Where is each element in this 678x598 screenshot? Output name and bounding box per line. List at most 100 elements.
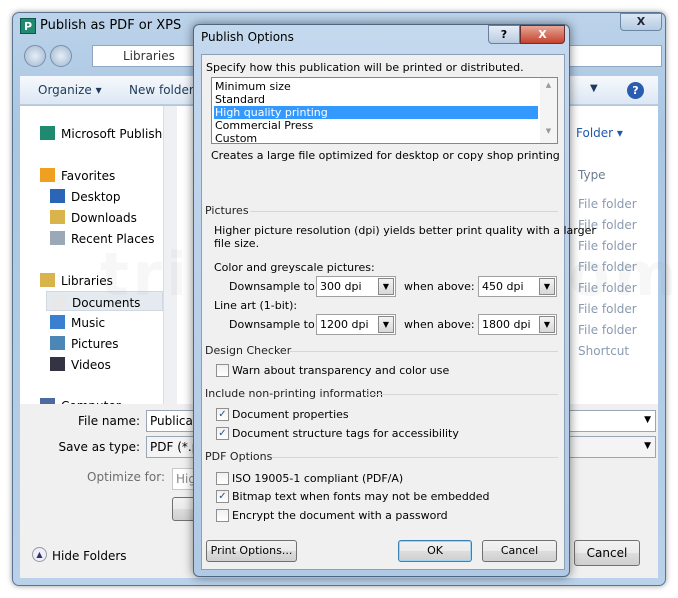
props-checkbox[interactable]: ✓ [216, 408, 229, 421]
help-icon[interactable]: ? [627, 82, 644, 99]
preset-option[interactable]: Standard [214, 93, 538, 106]
dialog-title: Publish Options [201, 30, 294, 44]
line-when-above-select[interactable]: 1800 dpi ▼ [478, 314, 557, 335]
outer-cancel-button[interactable]: Cancel [574, 540, 640, 566]
publish-preset-listbox[interactable]: Minimum size Standard High quality printin… [211, 77, 558, 145]
color-downsample-select[interactable]: 300 dpi ▼ [316, 276, 396, 297]
music-icon [50, 315, 65, 329]
nav-item-label: Desktop [71, 190, 121, 204]
new-folder-button[interactable]: New folder [129, 83, 194, 97]
tags-label[interactable]: Document structure tags for accessibilit… [232, 427, 459, 440]
color-downsample-label: Downsample to: [229, 280, 319, 293]
back-button[interactable] [24, 45, 46, 67]
pictures-heading: Pictures [205, 204, 249, 217]
publisher-icon [40, 126, 55, 140]
pictures-desc-2: file size. [214, 237, 260, 250]
tags-checkbox[interactable]: ✓ [216, 427, 229, 440]
file-name-label: File name: [78, 414, 140, 428]
nav-item-favorites[interactable]: Favorites [36, 165, 163, 185]
line-downsample-select[interactable]: 1200 dpi ▼ [316, 314, 396, 335]
props-label[interactable]: Document properties [232, 408, 349, 421]
intro-text: Specify how this publication will be pri… [206, 61, 524, 74]
nav-item-downloads[interactable]: Downloads [46, 207, 163, 227]
window-close-button[interactable]: X [620, 13, 662, 31]
nav-item-microsoft-publishe[interactable]: Microsoft Publishe [36, 123, 163, 143]
nav-item-pictures[interactable]: Pictures [46, 333, 163, 353]
divider [250, 211, 558, 212]
listbox-scrollbar[interactable]: ▲ ▼ [540, 78, 557, 143]
ok-button[interactable]: OK [398, 540, 472, 562]
organize-button[interactable]: Organize ▾ [38, 83, 102, 97]
divider [366, 394, 558, 395]
divider [290, 351, 558, 352]
star-icon [40, 168, 55, 182]
preset-option[interactable]: Commercial Press [214, 119, 538, 132]
value: 1200 dpi [320, 318, 369, 331]
pdf-options-heading: PDF Options [205, 450, 273, 463]
file-type-cell[interactable]: Shortcut [578, 344, 629, 358]
nav-item-label: Videos [71, 358, 111, 372]
pictures-icon [50, 336, 65, 350]
color-when-above-label: when above: [404, 280, 475, 293]
encrypt-checkbox[interactable] [216, 509, 229, 522]
design-checker-heading: Design Checker [205, 344, 292, 357]
dropdown-arrow-icon[interactable]: ▼ [539, 278, 555, 295]
hide-folders-button[interactable]: Hide Folders [52, 549, 127, 563]
color-when-above-select[interactable]: 450 dpi ▼ [478, 276, 557, 297]
bitmap-label[interactable]: Bitmap text when fonts may not be embedd… [232, 490, 490, 503]
line-when-above-label: when above: [404, 318, 475, 331]
views-dropdown-icon[interactable]: ▼ [590, 83, 598, 94]
warn-checkbox[interactable] [216, 364, 229, 377]
iso-label[interactable]: ISO 19005-1 compliant (PDF/A) [232, 472, 403, 485]
warn-label[interactable]: Warn about transparency and color use [232, 364, 449, 377]
file-type-cell[interactable]: File folder [578, 197, 637, 211]
value: 1800 dpi [482, 318, 531, 331]
divider [272, 457, 558, 458]
preset-option[interactable]: Custom [214, 132, 538, 145]
window-title: Publish as PDF or XPS [40, 18, 182, 33]
nav-item-label: Pictures [71, 337, 119, 351]
bitmap-checkbox[interactable]: ✓ [216, 490, 229, 503]
nav-item-label: Downloads [71, 211, 137, 225]
dialog-close-button[interactable]: X [520, 25, 565, 44]
file-name-value: Publicat [150, 414, 198, 428]
print-options-button[interactable]: Print Options... [206, 540, 297, 562]
dropdown-arrow-icon[interactable]: ▼ [378, 316, 394, 333]
downloads-icon [50, 210, 65, 224]
libraries-icon [40, 273, 55, 287]
documents-icon [51, 295, 66, 309]
recent-places-icon [50, 231, 65, 245]
videos-icon [50, 357, 65, 371]
nav-item-videos[interactable]: Videos [46, 354, 163, 374]
breadcrumb[interactable]: Libraries [123, 49, 175, 63]
hide-folders-icon[interactable]: ▲ [32, 547, 47, 562]
color-pictures-label: Color and greyscale pictures: [214, 261, 375, 274]
iso-checkbox[interactable] [216, 472, 229, 485]
nav-item-label: Music [71, 316, 106, 330]
line-art-label: Line art (1-bit): [214, 299, 298, 312]
forward-button[interactable] [50, 45, 72, 67]
value: 450 dpi [482, 280, 524, 293]
encrypt-label[interactable]: Encrypt the document with a password [232, 509, 448, 522]
cancel-button[interactable]: Cancel [482, 540, 557, 562]
arrange-by-dropdown[interactable]: Folder ▾ [576, 126, 623, 140]
preset-option[interactable]: High quality printing [214, 106, 538, 119]
value: 300 dpi [320, 280, 362, 293]
optimize-for-label: Optimize for: [87, 470, 165, 484]
non-printing-heading: Include non-printing information [205, 387, 384, 400]
nav-item-label: Microsoft Publishe [61, 127, 163, 141]
dropdown-arrow-icon[interactable]: ▼ [378, 278, 394, 295]
nav-item-music[interactable]: Music [46, 312, 163, 332]
file-type-cell[interactable]: File folder [578, 323, 637, 337]
pictures-desc-1: Higher picture resolution (dpi) yields b… [214, 224, 596, 237]
publisher-icon: P [20, 18, 36, 34]
column-header-type[interactable]: Type [578, 168, 606, 182]
dialog-help-button[interactable]: ? [488, 25, 520, 44]
desktop-icon [50, 189, 65, 203]
save-as-type-value: PDF (*.p [150, 440, 200, 454]
nav-item-desktop[interactable]: Desktop [46, 186, 163, 206]
dropdown-arrow-icon[interactable]: ▼ [539, 316, 555, 333]
preset-option[interactable]: Minimum size [214, 80, 538, 93]
nav-item-label: Favorites [61, 169, 116, 183]
save-as-type-label: Save as type: [58, 440, 140, 454]
